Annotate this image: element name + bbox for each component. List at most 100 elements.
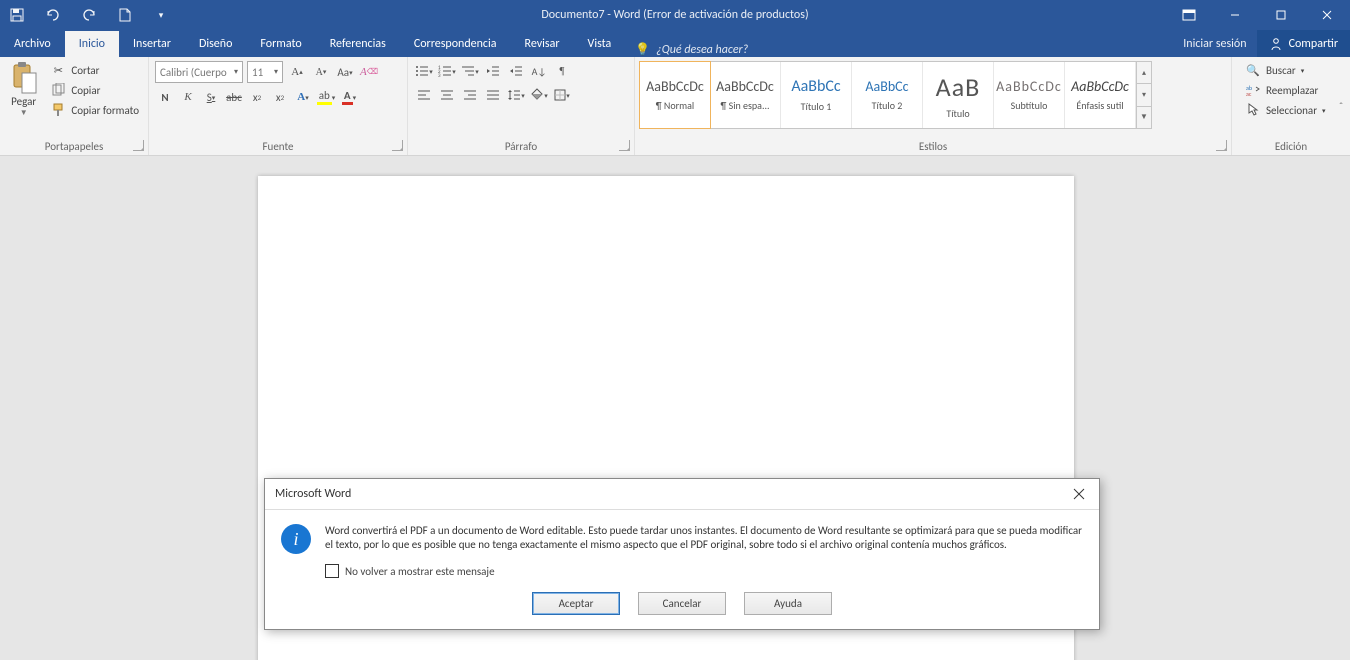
- window-controls: [1166, 0, 1350, 30]
- font-launcher[interactable]: [392, 140, 403, 151]
- tab-file[interactable]: Archivo: [0, 31, 65, 57]
- gallery-up-icon[interactable]: ▴: [1137, 62, 1151, 84]
- tab-review[interactable]: Revisar: [511, 31, 574, 57]
- paragraph-launcher[interactable]: [619, 140, 630, 151]
- style-heading1[interactable]: AaBbCcTítulo 1: [781, 62, 852, 128]
- bulb-icon: 💡: [635, 42, 650, 57]
- brush-icon: [50, 102, 66, 118]
- change-case-button[interactable]: Aa▾: [335, 62, 355, 82]
- tab-references[interactable]: Referencias: [316, 31, 400, 57]
- ribbon-tabs: Archivo Inicio Insertar Diseño Formato R…: [0, 30, 1350, 57]
- minimize-button[interactable]: [1212, 0, 1258, 30]
- bullets-button[interactable]: ▾: [414, 61, 434, 81]
- line-spacing-button[interactable]: ▾: [506, 85, 526, 105]
- align-left-button[interactable]: [414, 85, 434, 105]
- borders-button[interactable]: ▾: [552, 85, 572, 105]
- gallery-down-icon[interactable]: ▾: [1137, 84, 1151, 106]
- close-button[interactable]: [1304, 0, 1350, 30]
- group-styles: AaBbCcDc¶ Normal AaBbCcDc¶ Sin espa... A…: [635, 57, 1232, 155]
- increase-indent-button[interactable]: [506, 61, 526, 81]
- tab-mailings[interactable]: Correspondencia: [400, 31, 511, 57]
- tab-layout[interactable]: Formato: [246, 31, 315, 57]
- underline-button[interactable]: S▾: [201, 87, 221, 107]
- cancel-button[interactable]: Cancelar: [638, 592, 726, 615]
- replace-icon: abac: [1245, 82, 1261, 98]
- justify-button[interactable]: [483, 85, 503, 105]
- style-normal[interactable]: AaBbCcDc¶ Normal: [639, 61, 711, 129]
- font-size-combo[interactable]: 11▾: [247, 61, 283, 83]
- qat-customize-icon[interactable]: ▾: [150, 4, 172, 26]
- clear-format-button[interactable]: A⌫: [359, 62, 379, 82]
- dont-show-checkbox[interactable]: [325, 564, 339, 578]
- shading-button[interactable]: ▾: [529, 85, 549, 105]
- undo-icon[interactable]: [42, 4, 64, 26]
- find-button[interactable]: 🔍Buscar ▾: [1242, 61, 1329, 79]
- replace-button[interactable]: abacReemplazar: [1242, 81, 1329, 99]
- font-size-value: 11: [252, 66, 263, 79]
- editing-group-label: Edición: [1275, 140, 1307, 153]
- select-label: Seleccionar: [1266, 104, 1317, 117]
- shrink-font-button[interactable]: A▾: [311, 62, 331, 82]
- clipboard-launcher[interactable]: [133, 140, 144, 151]
- svg-text:ac: ac: [1246, 90, 1252, 96]
- grow-font-button[interactable]: A▴: [287, 62, 307, 82]
- numbering-button[interactable]: 123▾: [437, 61, 457, 81]
- style-title[interactable]: AaBTítulo: [923, 62, 994, 128]
- gallery-more-icon[interactable]: ▼: [1137, 107, 1151, 128]
- paste-button[interactable]: Pegar ▼: [6, 61, 41, 118]
- font-name-combo[interactable]: Calibri (Cuerpo▾: [155, 61, 243, 83]
- painter-label: Copiar formato: [71, 104, 139, 117]
- cut-button[interactable]: ✂Cortar: [47, 61, 142, 79]
- sign-in-link[interactable]: Iniciar sesión: [1173, 31, 1256, 57]
- font-name-value: Calibri (Cuerpo: [160, 66, 227, 79]
- styles-launcher[interactable]: [1216, 140, 1227, 151]
- pdf-convert-dialog: Microsoft Word i Word convertirá el PDF …: [264, 478, 1100, 630]
- styles-gallery: AaBbCcDc¶ Normal AaBbCcDc¶ Sin espa... A…: [639, 61, 1137, 129]
- tab-insert[interactable]: Insertar: [119, 31, 185, 57]
- copy-button[interactable]: Copiar: [47, 81, 142, 99]
- strike-button[interactable]: abc: [224, 87, 244, 107]
- ribbon: Pegar ▼ ✂Cortar Copiar Copiar formato Po…: [0, 57, 1350, 156]
- subscript-button[interactable]: x2: [247, 87, 267, 107]
- save-icon[interactable]: [6, 4, 28, 26]
- font-color-button[interactable]: A▾: [339, 87, 359, 107]
- select-button[interactable]: Seleccionar ▾: [1242, 101, 1329, 119]
- highlight-button[interactable]: ab▾: [316, 87, 336, 107]
- multilevel-button[interactable]: ▾: [460, 61, 480, 81]
- style-subtitle[interactable]: AaBbCcDcSubtítulo: [994, 62, 1065, 128]
- align-center-button[interactable]: [437, 85, 457, 105]
- align-right-button[interactable]: [460, 85, 480, 105]
- title-bar: ▾ Documento7 - Word (Error de activación…: [0, 0, 1350, 30]
- superscript-button[interactable]: x2: [270, 87, 290, 107]
- maximize-button[interactable]: [1258, 0, 1304, 30]
- decrease-indent-button[interactable]: [483, 61, 503, 81]
- tab-view[interactable]: Vista: [574, 31, 626, 57]
- tab-home[interactable]: Inicio: [65, 31, 119, 57]
- show-marks-button[interactable]: ¶: [552, 61, 572, 81]
- redo-icon[interactable]: [78, 4, 100, 26]
- style-heading2[interactable]: AaBbCcTítulo 2: [852, 62, 923, 128]
- dialog-message: Word convertirá el PDF a un documento de…: [325, 524, 1083, 554]
- bold-button[interactable]: N: [155, 87, 175, 107]
- ribbon-options-icon[interactable]: [1166, 0, 1212, 30]
- cursor-icon: [1245, 102, 1261, 118]
- dialog-close-button[interactable]: [1069, 484, 1089, 504]
- share-button[interactable]: Compartir: [1257, 30, 1350, 57]
- group-clipboard: Pegar ▼ ✂Cortar Copiar Copiar formato Po…: [0, 57, 149, 155]
- style-emphasis[interactable]: AaBbCcDcÉnfasis sutil: [1065, 62, 1136, 128]
- help-button[interactable]: Ayuda: [744, 592, 832, 615]
- style-no-spacing[interactable]: AaBbCcDc¶ Sin espa...: [710, 62, 781, 128]
- tell-me-search[interactable]: 💡 ¿Qué desea hacer?: [635, 42, 748, 57]
- sort-button[interactable]: A↓: [529, 61, 549, 81]
- ok-button[interactable]: Aceptar: [532, 592, 620, 615]
- text-effects-button[interactable]: A▾: [293, 87, 313, 107]
- dialog-title-bar: Microsoft Word: [265, 479, 1099, 510]
- format-painter-button[interactable]: Copiar formato: [47, 101, 142, 119]
- new-doc-icon[interactable]: [114, 4, 136, 26]
- collapse-ribbon-button[interactable]: ˆ: [1332, 57, 1350, 155]
- tab-design[interactable]: Diseño: [185, 31, 246, 57]
- info-icon: i: [281, 524, 311, 554]
- italic-button[interactable]: K: [178, 87, 198, 107]
- share-icon: [1269, 37, 1283, 51]
- group-paragraph: ▾ 123▾ ▾ A↓ ¶ ▾ ▾ ▾ Párrafo: [408, 57, 635, 155]
